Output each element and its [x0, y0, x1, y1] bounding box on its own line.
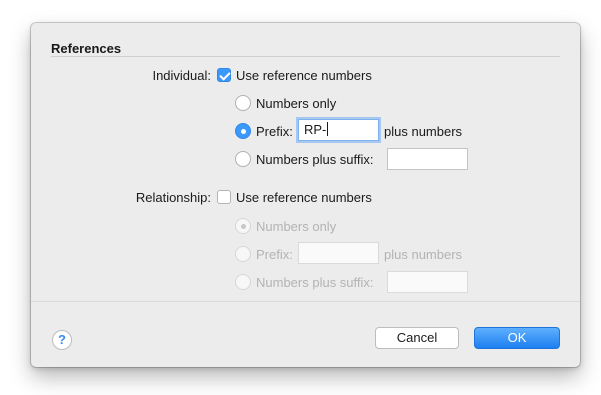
- individual-prefix-label[interactable]: Prefix:: [256, 124, 293, 139]
- individual-numbers-only-radio[interactable]: [235, 95, 251, 111]
- text-caret: [327, 122, 329, 136]
- relationship-numbers-plus-suffix-label: Numbers plus suffix:: [256, 275, 374, 290]
- footer-divider: [31, 301, 580, 302]
- individual-label: Individual:: [152, 68, 211, 83]
- relationship-prefix-radio: [235, 246, 251, 262]
- individual-checkbox-label[interactable]: Use reference numbers: [236, 68, 372, 83]
- relationship-label: Relationship:: [135, 190, 211, 205]
- individual-use-reference-checkbox[interactable]: [217, 68, 231, 82]
- relationship-plus-numbers-label: plus numbers: [384, 247, 463, 262]
- relationship-numbers-only-label: Numbers only: [256, 219, 337, 234]
- individual-prefix-input[interactable]: RP-: [298, 119, 379, 141]
- relationship-use-reference-checkbox[interactable]: [217, 190, 231, 204]
- individual-suffix-input[interactable]: [387, 148, 468, 170]
- relationship-numbers-plus-suffix-radio: [235, 274, 251, 290]
- help-button[interactable]: ?: [52, 330, 72, 350]
- section-title: References: [51, 41, 122, 56]
- cancel-button[interactable]: Cancel: [375, 327, 459, 349]
- ok-button[interactable]: OK: [474, 327, 560, 349]
- references-dialog: References Individual: Use reference num…: [31, 23, 580, 367]
- individual-numbers-plus-suffix-label[interactable]: Numbers plus suffix:: [256, 152, 374, 167]
- relationship-checkbox-label[interactable]: Use reference numbers: [236, 190, 372, 205]
- individual-plus-numbers-label: plus numbers: [384, 124, 463, 139]
- relationship-numbers-only-radio: [235, 218, 251, 234]
- individual-prefix-value: RP-: [304, 122, 327, 137]
- help-icon: ?: [58, 332, 66, 347]
- individual-numbers-only-label[interactable]: Numbers only: [256, 96, 336, 111]
- relationship-suffix-input: [387, 271, 468, 293]
- relationship-prefix-input: [298, 242, 379, 264]
- section-divider: [51, 56, 560, 57]
- individual-numbers-plus-suffix-radio[interactable]: [235, 151, 251, 167]
- relationship-prefix-label: Prefix:: [256, 247, 293, 262]
- individual-prefix-radio[interactable]: [235, 123, 251, 139]
